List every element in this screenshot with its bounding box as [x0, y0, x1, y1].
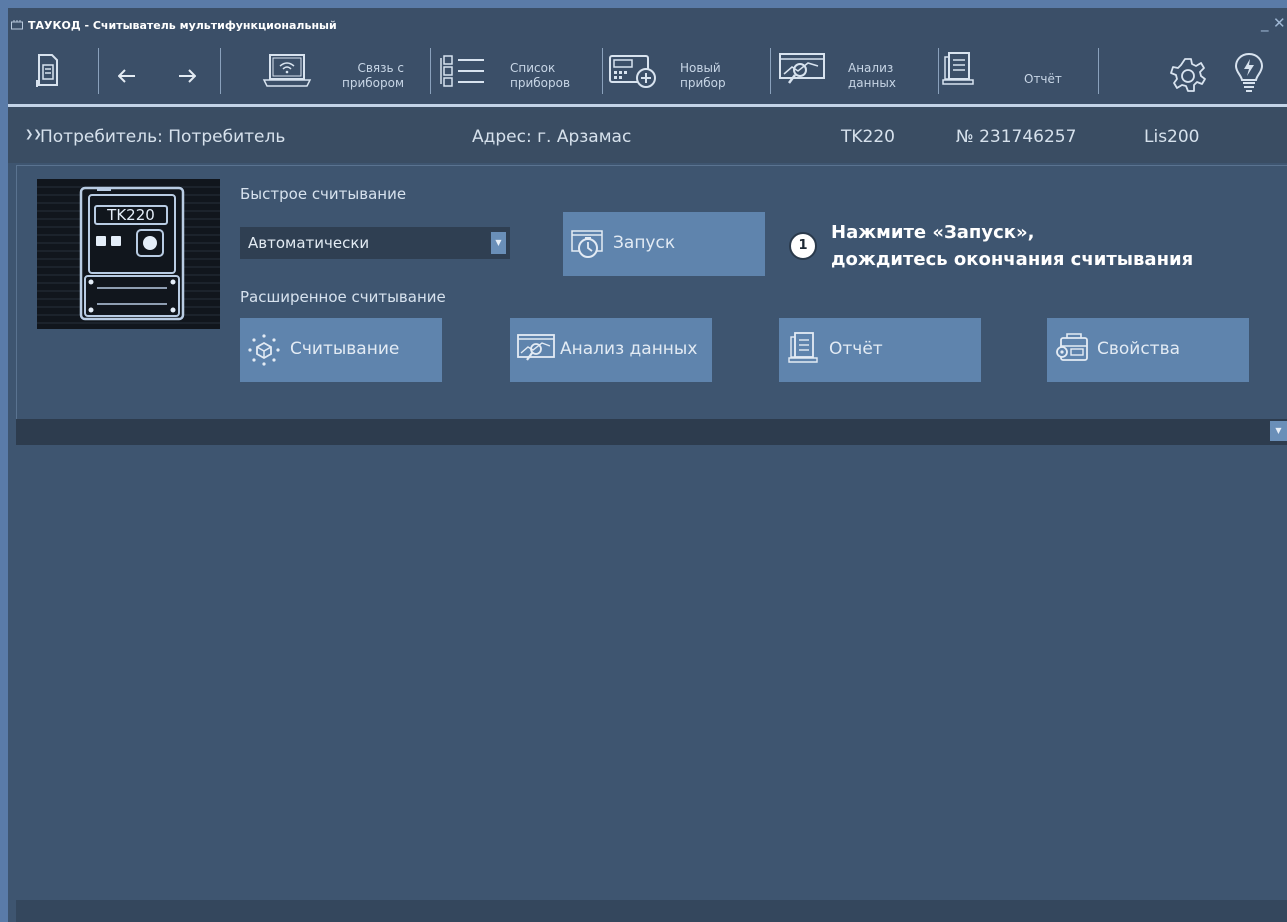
forward-arrow-icon[interactable] [178, 69, 196, 83]
quick-read-label: Быстрое считывание [240, 185, 407, 203]
window-title: ТАУКОД - Считыватель мультифункциональны… [28, 19, 337, 32]
start-button-label: Запуск [613, 233, 676, 253]
toolbar-separator [602, 48, 603, 94]
device-number: № 231746257 [956, 127, 1077, 147]
address-info: Адрес: г. Арзамас [472, 127, 632, 147]
step-number-badge: 1 [789, 232, 817, 260]
app-logo-icon [11, 20, 23, 30]
dropdown-arrow-icon[interactable]: ▼ [491, 232, 506, 254]
back-arrow-icon[interactable] [118, 69, 136, 83]
read-cube-icon [248, 334, 280, 366]
read-mode-value: Автоматически [248, 234, 370, 252]
device-image: TK220 [37, 179, 220, 329]
device-model: TK220 [841, 127, 895, 147]
close-button[interactable]: ✕ [1273, 14, 1286, 32]
document-list-icon[interactable] [36, 54, 58, 88]
main-toolbar: Связь с прибором Список приборов Новый п… [8, 36, 1287, 106]
report-button-label: Отчёт [829, 339, 883, 359]
status-bar [16, 900, 1287, 922]
read-button[interactable]: Считывание [240, 318, 442, 382]
instruction-text: Нажмите «Запуск», дождитесь окончания сч… [831, 219, 1193, 273]
consumer-info: Потребитель: Потребитель [40, 127, 286, 147]
settings-gear-icon[interactable] [1168, 56, 1208, 96]
data-analysis-label[interactable]: Анализ данных [848, 61, 896, 91]
toolbar-separator [220, 48, 221, 94]
analysis-button[interactable]: Анализ данных [510, 318, 712, 382]
instruction-line-1: Нажмите «Запуск», [831, 222, 1035, 243]
analysis-button-label: Анализ данных [560, 339, 698, 359]
device-image-label: TK220 [106, 206, 155, 224]
toolbar-separator [1098, 48, 1099, 94]
properties-button[interactable]: Свойства [1047, 318, 1249, 382]
toolbar-separator [430, 48, 431, 94]
new-device-icon[interactable] [608, 54, 658, 90]
results-header-bar: ▼ [16, 419, 1287, 445]
app-window: ТАУКОД - Считыватель мультифункциональны… [8, 8, 1287, 922]
toolbar-separator [770, 48, 771, 94]
properties-button-label: Свойства [1097, 339, 1181, 359]
toolbar-separator [938, 48, 939, 94]
extended-read-label: Расширенное считывание [240, 288, 446, 306]
expand-arrow-icon[interactable]: ▼ [1270, 421, 1287, 441]
new-device-label[interactable]: Новый прибор [680, 61, 726, 91]
lightbulb-icon[interactable] [1234, 52, 1264, 96]
connect-device-label[interactable]: Связь с прибором [342, 61, 404, 91]
report-icon [788, 332, 818, 363]
device-info-bar: ❯❯ Потребитель: Потребитель Адрес: г. Ар… [8, 107, 1287, 163]
start-button[interactable]: Запуск [563, 212, 765, 276]
report-icon[interactable] [941, 52, 977, 86]
timer-start-icon [571, 230, 603, 258]
read-button-label: Считывание [290, 339, 400, 359]
report-label[interactable]: Отчёт [1024, 72, 1062, 87]
minimize-button[interactable]: _ [1261, 14, 1269, 32]
toolbar-separator [98, 48, 99, 94]
instruction-line-2: дождитесь окончания считывания [831, 249, 1194, 270]
device-list-icon[interactable] [440, 54, 488, 88]
connect-device-icon[interactable] [260, 54, 312, 88]
properties-icon [1056, 333, 1088, 361]
device-protocol: Lis200 [1144, 127, 1200, 147]
report-button[interactable]: Отчёт [779, 318, 981, 382]
data-analysis-icon [517, 334, 555, 361]
device-list-label[interactable]: Список приборов [510, 61, 570, 91]
read-mode-select[interactable]: Автоматически ▼ [240, 227, 510, 259]
data-analysis-icon[interactable] [778, 52, 826, 86]
title-bar: ТАУКОД - Считыватель мультифункциональны… [8, 8, 1287, 36]
